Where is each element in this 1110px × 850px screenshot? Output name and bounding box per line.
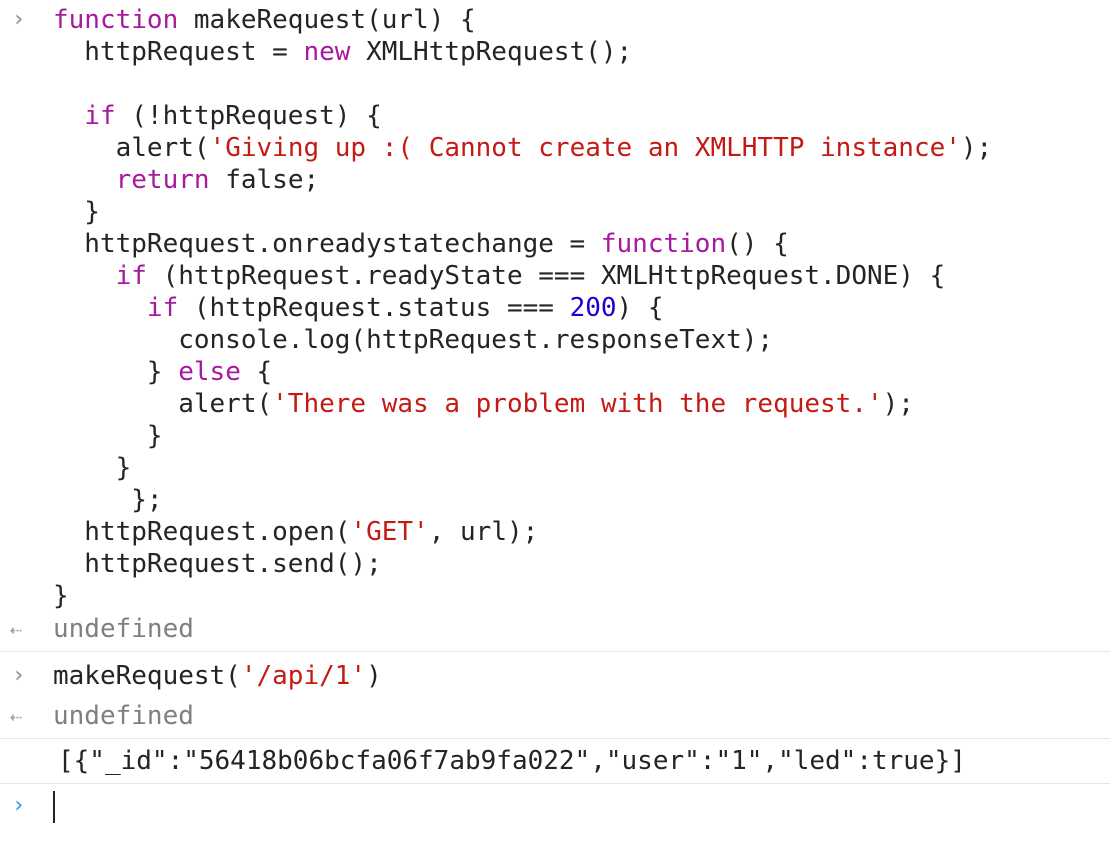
- code-token-kw: if: [84, 101, 116, 131]
- code-token-str: 'There was a problem with the request.': [272, 389, 883, 419]
- code-token-str: 'Giving up :( Cannot create an XMLHTTP i…: [209, 133, 961, 163]
- code-line: function makeRequest(url) {: [53, 5, 476, 35]
- console-input-entry: › makeRequest('/api/1'): [0, 651, 1110, 694]
- code-token-plain: httpRequest =: [53, 37, 304, 67]
- console-prompt[interactable]: ›: [0, 783, 1110, 850]
- code-line: httpRequest = new XMLHttpRequest();: [53, 37, 632, 67]
- console-result-entry: ⇠ undefined: [0, 694, 1110, 738]
- code-token-kw: else: [178, 357, 241, 387]
- code-token-num: 200: [569, 293, 617, 323]
- chevron-right-icon: ›: [12, 7, 26, 32]
- code-line: httpRequest.open('GET', url);: [53, 517, 538, 547]
- code-token-plain: ) {: [616, 293, 664, 323]
- code-line: if (httpRequest.status === 200) {: [53, 293, 664, 323]
- code-line: httpRequest.onreadystatechange = functio…: [53, 229, 789, 259]
- console-input-entry: › function makeRequest(url) { httpReques…: [0, 0, 1110, 612]
- code-line: alert('Giving up :( Cannot create an XML…: [53, 133, 993, 163]
- code-line: return false;: [53, 165, 320, 195]
- code-token-plain: alert(: [53, 133, 210, 163]
- code-line: };: [53, 485, 163, 515]
- result-text: undefined: [53, 701, 194, 731]
- code-token-str: '/api/1': [240, 661, 367, 691]
- code-line: if (!httpRequest) {: [53, 101, 382, 131]
- code-token-plain: }: [53, 453, 132, 483]
- code-line: }: [53, 453, 132, 483]
- code-block: function makeRequest(url) { httpRequest …: [0, 4, 1110, 612]
- code-token-plain: httpRequest.open(: [53, 517, 351, 547]
- code-token-plain: httpRequest.onreadystatechange =: [53, 229, 601, 259]
- code-token-plain: console.log(httpRequest.responseText);: [53, 325, 774, 355]
- console-log-entry[interactable]: [{"_id":"56418b06bcfa06f7ab9fa022","user…: [0, 738, 1110, 783]
- code-token-plain: XMLHttpRequest();: [350, 37, 633, 67]
- code-line: alert('There was a problem with the requ…: [53, 389, 914, 419]
- code-token-plain: ): [366, 661, 382, 691]
- code-line: }: [53, 197, 100, 227]
- code-line: }: [53, 581, 69, 611]
- console-input[interactable]: [0, 790, 1110, 823]
- console-result-entry: ⇠ undefined: [0, 612, 1110, 651]
- code-token-plain: false;: [209, 165, 320, 195]
- code-token-plain: }: [53, 197, 100, 227]
- code-token-plain: {: [240, 357, 273, 387]
- return-arrow-icon: ⇠: [10, 617, 23, 641]
- code-token-plain: httpRequest.send();: [53, 549, 382, 579]
- code-token-plain: }: [53, 357, 179, 387]
- code-token-kw: new: [303, 37, 351, 67]
- code-token-str: 'GET': [350, 517, 429, 547]
- code-token-plain: alert(: [53, 389, 273, 419]
- code-token-plain: () {: [726, 229, 789, 259]
- code-token-kw: function: [53, 5, 179, 35]
- code-token-plain: (!httpRequest) {: [115, 101, 382, 131]
- code-token-plain: );: [882, 389, 914, 419]
- code-token-plain: }: [53, 421, 163, 451]
- code-token-kw: if: [146, 293, 179, 323]
- code-token-plain: makeRequest(url) {: [178, 5, 476, 35]
- chevron-right-icon: ›: [12, 793, 26, 818]
- code-token-plain: };: [53, 485, 163, 515]
- code-line: httpRequest.send();: [53, 549, 382, 579]
- code-line: console.log(httpRequest.responseText);: [53, 325, 773, 355]
- code-token-plain: (httpRequest.status ===: [178, 293, 570, 323]
- code-token-kw: if: [115, 261, 147, 291]
- chevron-right-icon: ›: [12, 663, 26, 688]
- code-token-kw: function: [600, 229, 727, 259]
- result-text: undefined: [53, 614, 194, 644]
- code-token-plain: );: [960, 133, 993, 163]
- text-caret: [53, 790, 55, 823]
- code-line: }: [53, 421, 163, 451]
- code-token-plain: makeRequest(: [53, 661, 241, 691]
- code-line: makeRequest('/api/1'): [53, 661, 382, 691]
- code-line: } else {: [53, 357, 272, 387]
- code-token-kw: return: [115, 165, 210, 195]
- log-message[interactable]: [{"_id":"56418b06bcfa06f7ab9fa022","user…: [0, 745, 1110, 777]
- return-arrow-icon: ⇠: [10, 704, 23, 728]
- devtools-console: › function makeRequest(url) { httpReques…: [0, 0, 1110, 842]
- code-line: makeRequest('/api/1'): [0, 660, 1110, 692]
- code-token-plain: }: [53, 581, 69, 611]
- code-token-plain: (httpRequest.readyState === XMLHttpReque…: [146, 261, 946, 291]
- code-line: if (httpRequest.readyState === XMLHttpRe…: [53, 261, 946, 291]
- code-token-plain: , url);: [428, 517, 539, 547]
